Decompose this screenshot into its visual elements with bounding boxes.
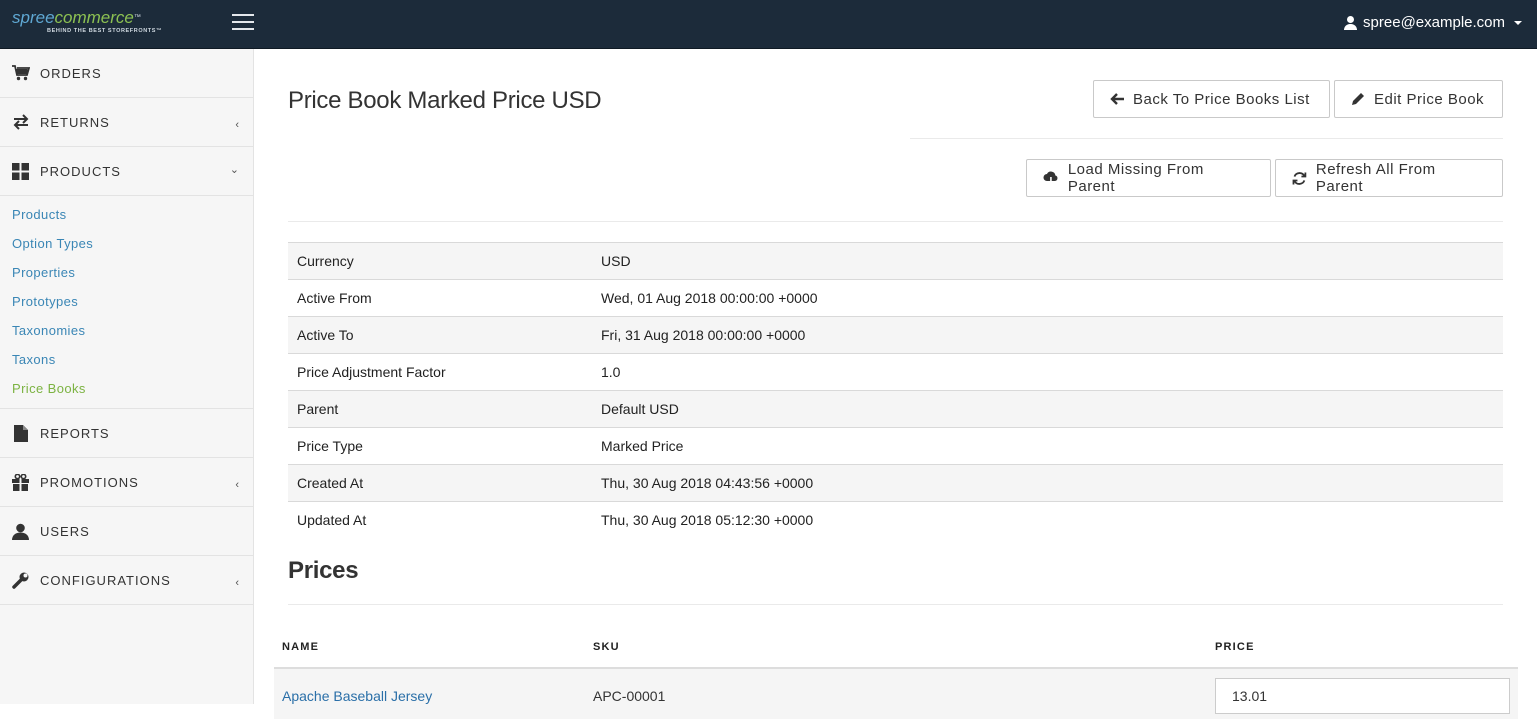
gift-icon — [11, 473, 30, 491]
refresh-all-label: Refresh All From Parent — [1315, 161, 1436, 195]
logo-part-spree: spree — [12, 8, 55, 27]
product-sku: APC-00001 — [593, 688, 666, 704]
detail-key: Parent — [297, 401, 339, 417]
sidebar-item-reports[interactable]: REPORTS — [0, 409, 253, 458]
submenu-taxons[interactable]: Taxons — [0, 345, 253, 374]
price-book-details-table: Currency USD Active From Wed, 01 Aug 2018 … — [288, 242, 1503, 539]
sidebar-item-promotions[interactable]: PROMOTIONS ‹ — [0, 458, 253, 507]
sidebar-item-configurations[interactable]: CONFIGURATIONS ‹ — [0, 556, 253, 605]
user-menu-dropdown[interactable]: spree@example.com — [1344, 14, 1522, 31]
detail-key: Created At — [297, 475, 364, 491]
user-icon — [1344, 15, 1358, 30]
detail-value: Marked Price — [601, 438, 684, 454]
detail-key: Price Type — [297, 438, 363, 454]
logo-tagline: BEHIND THE BEST STOREFRONTS™ — [47, 28, 163, 34]
sidebar-item-label: REPORTS — [40, 425, 110, 441]
sidebar-item-label: CONFIGURATIONS — [40, 572, 171, 588]
column-header-price: PRICE — [1215, 641, 1255, 653]
divider — [910, 138, 1503, 139]
product-name-link[interactable]: Apache Baseball Jersey — [282, 688, 432, 704]
price-input[interactable] — [1215, 678, 1510, 714]
edit-button-label: Edit Price Book — [1374, 90, 1485, 108]
refresh-all-from-parent-button[interactable]: Refresh All From Parent — [1275, 159, 1503, 197]
detail-value: Wed, 01 Aug 2018 00:00:00 +0000 — [601, 290, 818, 306]
chevron-down-icon: ⌄ — [229, 164, 239, 176]
hamburger-menu-icon[interactable] — [232, 14, 254, 32]
prices-heading: Prices — [288, 557, 359, 584]
sidebar-item-returns[interactable]: RETURNS ‹ — [0, 98, 253, 147]
divider — [288, 604, 1503, 605]
detail-value: Thu, 30 Aug 2018 05:12:30 +0000 — [601, 512, 814, 529]
chevron-left-icon: ‹ — [235, 479, 239, 491]
submenu-price-books[interactable]: Price Books — [0, 374, 253, 403]
table-row: Created At Thu, 30 Aug 2018 04:43:56 +000… — [288, 464, 1503, 502]
exchange-icon — [11, 114, 30, 131]
detail-key: Currency — [297, 253, 354, 269]
submenu-option-types[interactable]: Option Types — [0, 229, 253, 258]
sidebar-item-orders[interactable]: ORDERS — [0, 49, 253, 98]
file-icon — [11, 424, 30, 442]
chevron-left-icon: ‹ — [235, 577, 239, 589]
table-row: Active From Wed, 01 Aug 2018 00:00:00 +00… — [288, 279, 1503, 317]
prices-table: NAME SKU PRICE Apache Baseball Jersey AP… — [274, 630, 1518, 719]
back-button-label: Back To Price Books List — [1133, 90, 1310, 108]
chevron-left-icon: ‹ — [235, 119, 239, 131]
detail-value: Fri, 31 Aug 2018 00:00:00 +0000 — [601, 327, 806, 343]
products-submenu: Products Option Types Properties Prototy… — [0, 196, 253, 409]
logo-wordmark: spreecommerce™ — [12, 9, 172, 27]
top-navbar: spreecommerce™ BEHIND THE BEST STOREFRON… — [0, 0, 1537, 49]
user-email: spree@example.com — [1363, 14, 1505, 31]
sidebar-item-label: RETURNS — [40, 114, 110, 130]
submenu-prototypes[interactable]: Prototypes — [0, 287, 253, 316]
grid-icon — [11, 162, 30, 180]
sidebar-item-label: PROMOTIONS — [40, 474, 139, 490]
sidebar-item-label: PRODUCTS — [40, 163, 121, 179]
table-row: Parent Default USD — [288, 390, 1503, 428]
prices-table-header: NAME SKU PRICE — [274, 630, 1518, 669]
sidebar: ORDERS RETURNS ‹ PRODUCTS ⌄ Products Opt… — [0, 49, 254, 704]
sidebar-item-label: ORDERS — [40, 65, 102, 81]
submenu-taxonomies[interactable]: Taxonomies — [0, 316, 253, 345]
divider — [288, 221, 1503, 222]
detail-value: 1.0 — [601, 364, 621, 380]
back-to-price-books-button[interactable]: Back To Price Books List — [1093, 80, 1330, 118]
detail-value: Default USD — [601, 401, 679, 417]
caret-down-icon — [1514, 20, 1522, 25]
table-row: Currency USD — [288, 242, 1503, 280]
detail-key: Price Adjustment Factor — [297, 364, 446, 380]
edit-price-book-button[interactable]: Edit Price Book — [1334, 80, 1503, 118]
refresh-icon — [1292, 171, 1307, 185]
submenu-products[interactable]: Products — [0, 200, 253, 229]
sidebar-item-users[interactable]: USERS — [0, 507, 253, 556]
cloud-download-icon — [1043, 171, 1058, 185]
sidebar-item-products[interactable]: PRODUCTS ⌄ — [0, 147, 253, 196]
detail-key: Active To — [297, 327, 354, 343]
submenu-properties[interactable]: Properties — [0, 258, 253, 287]
page-title: Price Book Marked Price USD — [288, 87, 602, 114]
table-row: Price Type Marked Price — [288, 427, 1503, 465]
column-header-name: NAME — [282, 641, 320, 653]
load-missing-from-parent-button[interactable]: Load Missing From Parent — [1026, 159, 1271, 197]
table-row: Price Adjustment Factor 1.0 — [288, 353, 1503, 391]
table-row: Updated At Thu, 30 Aug 2018 05:12:30 +000… — [288, 501, 1503, 539]
detail-key: Active From — [297, 290, 372, 306]
user-icon — [11, 523, 30, 540]
arrow-left-icon — [1110, 93, 1124, 105]
logo-part-commerce: commerce — [54, 8, 134, 27]
detail-key: Updated At — [297, 512, 367, 529]
detail-value: Thu, 30 Aug 2018 04:43:56 +0000 — [601, 475, 814, 491]
pencil-icon — [1352, 93, 1364, 105]
logo-tm: ™ — [133, 14, 141, 21]
detail-value: USD — [601, 253, 631, 269]
load-missing-label: Load Missing From Parent — [1067, 161, 1204, 195]
column-header-sku: SKU — [593, 641, 620, 653]
cart-icon — [11, 65, 30, 82]
spree-logo[interactable]: spreecommerce™ BEHIND THE BEST STOREFRON… — [12, 9, 172, 39]
sidebar-item-label: USERS — [40, 523, 90, 539]
wrench-icon — [11, 572, 30, 589]
table-row: Apache Baseball Jersey APC-00001 — [274, 669, 1518, 719]
table-row: Active To Fri, 31 Aug 2018 00:00:00 +0000 — [288, 316, 1503, 354]
